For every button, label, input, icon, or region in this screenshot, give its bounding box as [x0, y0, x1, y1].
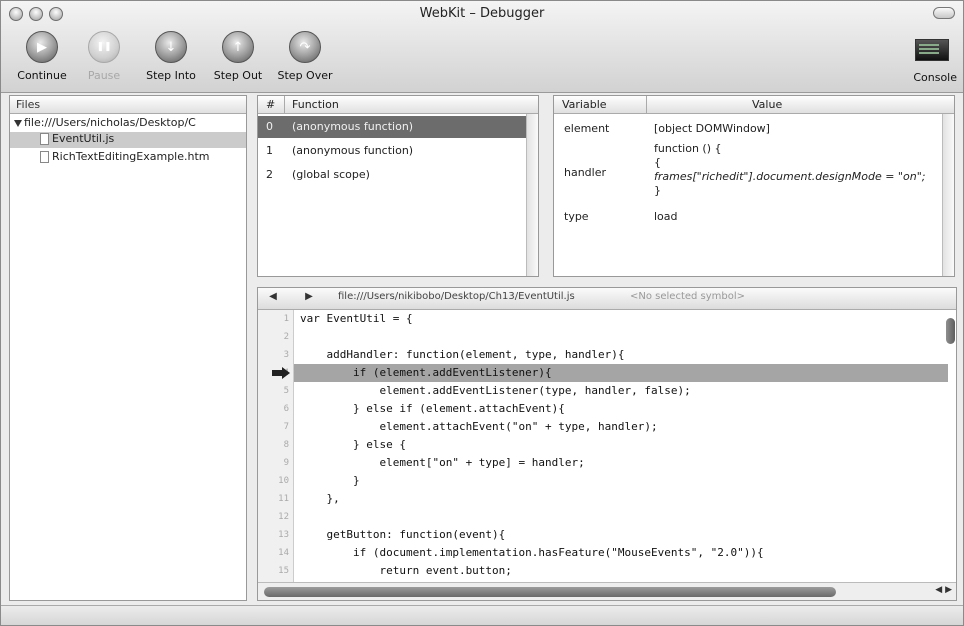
- scroll-arrows[interactable]: ◀ ▶: [935, 585, 952, 595]
- back-button[interactable]: ◀: [264, 291, 282, 306]
- line-number[interactable]: 3: [259, 346, 289, 364]
- forward-button[interactable]: ▶: [300, 291, 318, 306]
- horizontal-scroll-thumb[interactable]: [264, 587, 836, 597]
- stack-frame-row[interactable]: 1 (anonymous function): [258, 140, 528, 162]
- source-line[interactable]: } else {: [294, 436, 948, 454]
- step-out-button[interactable]: ↑ Step Out: [209, 31, 267, 82]
- source-line[interactable]: if (element.addEventListener){: [294, 364, 948, 382]
- disclosure-triangle-icon[interactable]: [14, 119, 22, 127]
- source-line[interactable]: element["on" + type] = handler;: [294, 454, 948, 472]
- files-pane: Files file:///Users/nicholas/Desktop/C E…: [9, 95, 247, 601]
- current-line-arrow-icon: [272, 364, 292, 382]
- line-number-gutter[interactable]: 1 2 3 4 5 6 7 8 9 10 11 12 13 14 15: [258, 310, 294, 582]
- line-number[interactable]: 11: [259, 490, 289, 508]
- source-nav-bar: ◀ ▶ file:///Users/nikibobo/Desktop/Ch13/…: [258, 288, 956, 310]
- window-title: WebKit – Debugger: [419, 6, 545, 21]
- stack-frame-row[interactable]: 0 (anonymous function): [258, 116, 528, 138]
- line-number[interactable]: 6: [259, 400, 289, 418]
- files-header: Files: [10, 96, 246, 114]
- line-number[interactable]: 7: [259, 418, 289, 436]
- file-item-richtext[interactable]: RichTextEditingExample.htm: [10, 150, 246, 166]
- line-number[interactable]: 15: [259, 562, 289, 580]
- source-horizontal-scrollbar[interactable]: ◀ ▶: [258, 582, 956, 600]
- continue-button[interactable]: ▶ Continue: [15, 31, 69, 82]
- symbol-popup[interactable]: <No selected symbol>: [630, 291, 745, 306]
- variables-pane: Variable Value element [object DOMWindow…: [553, 95, 955, 277]
- line-number[interactable]: 1: [259, 310, 289, 328]
- source-line[interactable]: addHandler: function(element, type, hand…: [294, 346, 948, 364]
- file-tree-root[interactable]: file:///Users/nicholas/Desktop/C: [10, 116, 246, 132]
- source-line[interactable]: var EventUtil = {: [294, 310, 948, 328]
- line-number[interactable]: 10: [259, 472, 289, 490]
- source-line[interactable]: element.attachEvent("on" + type, handler…: [294, 418, 948, 436]
- line-number[interactable]: 12: [259, 508, 289, 526]
- call-stack-header: # Function: [258, 96, 538, 114]
- variables-header: Variable Value: [554, 96, 954, 114]
- debugger-window: WebKit – Debugger ▶ Continue ❚❚ Pause ↓ …: [0, 0, 964, 626]
- source-line[interactable]: }: [294, 472, 948, 490]
- step-into-icon: ↓: [155, 31, 187, 63]
- call-stack-pane: # Function 0 (anonymous function) 1 (ano…: [257, 95, 539, 277]
- line-number[interactable]: 9: [259, 454, 289, 472]
- source-line[interactable]: if (document.implementation.hasFeature("…: [294, 544, 948, 562]
- source-line[interactable]: } else if (element.attachEvent){: [294, 400, 948, 418]
- source-line[interactable]: [294, 508, 948, 526]
- file-item-eventutil[interactable]: EventUtil.js: [10, 132, 246, 148]
- toolbar-toggle-button[interactable]: [933, 7, 955, 19]
- pause-icon: ❚❚: [88, 31, 120, 63]
- line-number[interactable]: 13: [259, 526, 289, 544]
- status-strip: [1, 605, 963, 625]
- console-icon: [915, 39, 949, 61]
- line-number[interactable]: 5: [259, 382, 289, 400]
- line-number[interactable]: 8: [259, 436, 289, 454]
- source-vertical-scroll-thumb[interactable]: [946, 318, 955, 344]
- title-toolbar: WebKit – Debugger ▶ Continue ❚❚ Pause ↓ …: [1, 1, 963, 93]
- step-over-icon: ↷: [289, 31, 321, 63]
- source-pane: ◀ ▶ file:///Users/nikibobo/Desktop/Ch13/…: [257, 287, 957, 601]
- source-file-popup[interactable]: file:///Users/nikibobo/Desktop/Ch13/Even…: [338, 291, 575, 306]
- line-number[interactable]: 2: [259, 328, 289, 346]
- source-line[interactable]: [294, 328, 948, 346]
- variables-scrollbar[interactable]: [942, 114, 954, 276]
- step-into-button[interactable]: ↓ Step Into: [141, 31, 201, 82]
- step-over-button[interactable]: ↷ Step Over: [273, 31, 337, 82]
- line-number[interactable]: 14: [259, 544, 289, 562]
- document-icon: [40, 151, 49, 163]
- document-icon: [40, 133, 49, 145]
- source-line[interactable]: },: [294, 490, 948, 508]
- play-icon: ▶: [26, 31, 58, 63]
- source-line[interactable]: element.addEventListener(type, handler, …: [294, 382, 948, 400]
- source-line[interactable]: return event.button;: [294, 562, 948, 580]
- pause-button[interactable]: ❚❚ Pause: [79, 31, 129, 82]
- call-stack-scrollbar[interactable]: [526, 114, 538, 276]
- source-line[interactable]: getButton: function(event){: [294, 526, 948, 544]
- stack-frame-row[interactable]: 2 (global scope): [258, 164, 528, 186]
- step-out-icon: ↑: [222, 31, 254, 63]
- source-code[interactable]: var EventUtil = { addHandler: function(e…: [294, 310, 948, 582]
